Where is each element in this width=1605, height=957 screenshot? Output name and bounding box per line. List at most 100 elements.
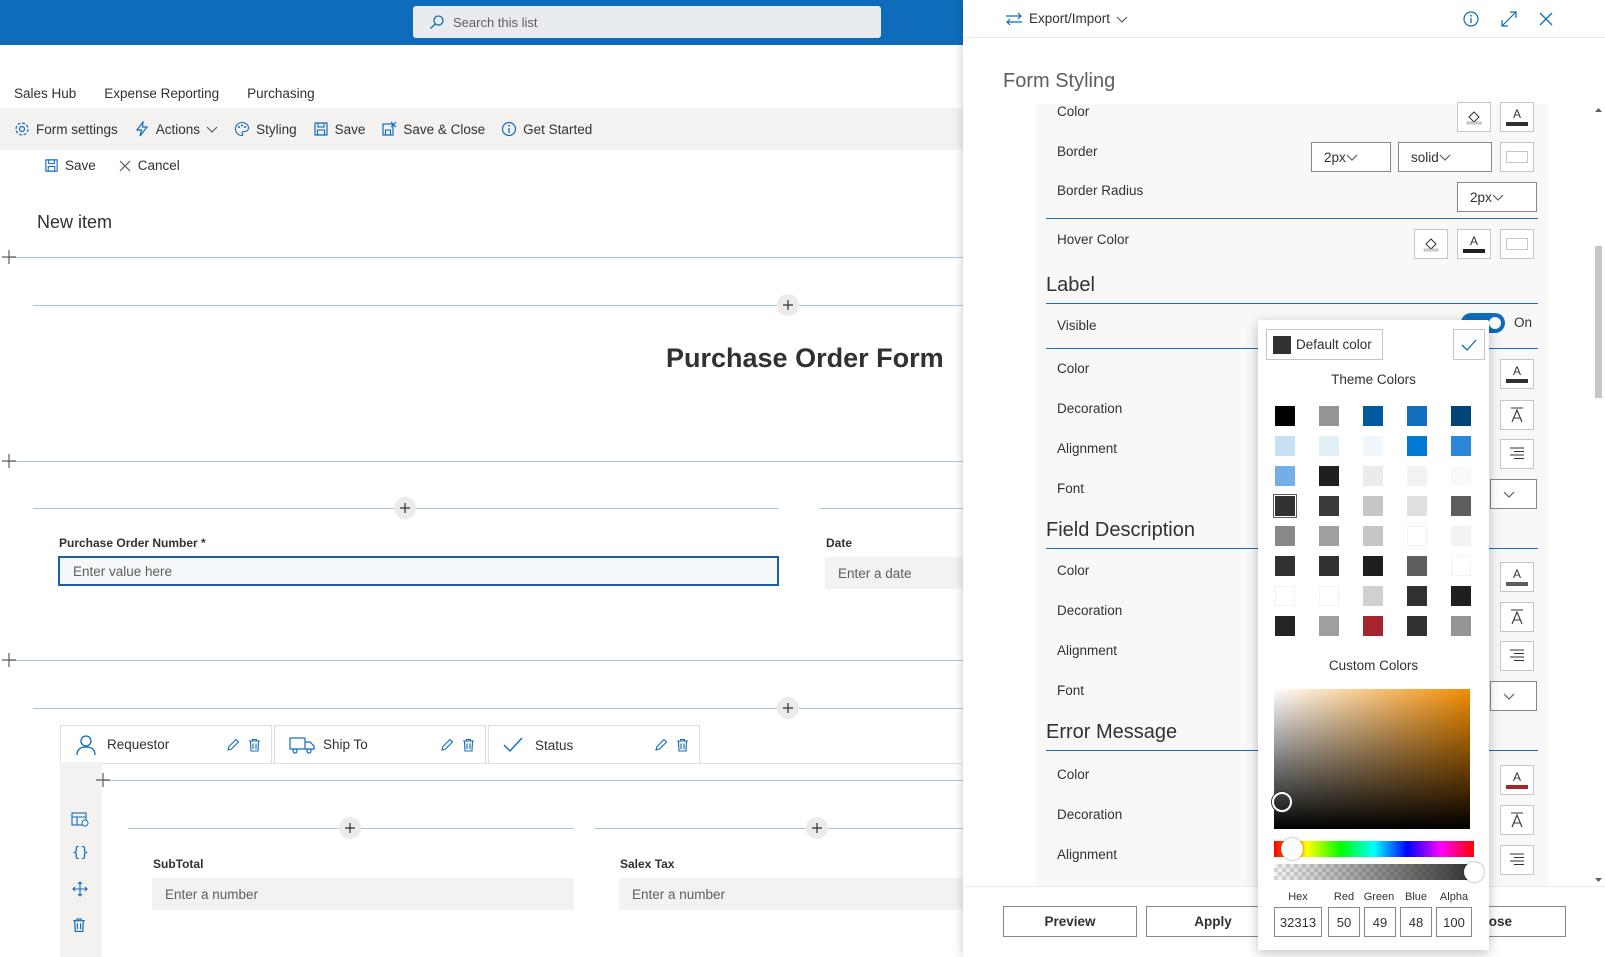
move-icon[interactable] [72, 881, 88, 897]
label-decoration-button[interactable] [1500, 400, 1534, 430]
theme-color-swatch[interactable] [1407, 616, 1427, 636]
add-field-icon[interactable] [339, 817, 361, 839]
delete-icon[interactable] [248, 738, 261, 752]
theme-color-swatch[interactable] [1319, 556, 1339, 576]
border-style-select[interactable]: solid [1398, 142, 1492, 172]
add-field-icon[interactable] [806, 817, 828, 839]
hue-handle[interactable] [1281, 838, 1303, 860]
hover-font-color-button[interactable]: A [1457, 229, 1491, 259]
add-field-icon[interactable] [777, 697, 799, 719]
form-settings-button[interactable]: Form settings [14, 121, 118, 137]
form-save-button[interactable]: Save [44, 158, 96, 173]
add-field-icon[interactable] [394, 497, 416, 519]
delete-icon[interactable] [462, 738, 475, 752]
theme-color-swatch[interactable] [1451, 556, 1471, 576]
tab-requestor[interactable]: Requestor [60, 725, 272, 763]
theme-color-swatch[interactable] [1363, 616, 1383, 636]
tab-status[interactable]: Status [488, 725, 700, 764]
default-color-button[interactable]: Default color [1266, 329, 1383, 360]
theme-color-swatch[interactable] [1407, 406, 1427, 426]
fd-decoration-button[interactable] [1500, 602, 1534, 632]
confirm-color-button[interactable] [1453, 329, 1485, 360]
theme-color-swatch[interactable] [1407, 586, 1427, 606]
theme-color-swatch[interactable] [1363, 466, 1383, 486]
theme-color-swatch[interactable] [1275, 586, 1295, 606]
theme-color-swatch[interactable] [1319, 406, 1339, 426]
form-cancel-button[interactable]: Cancel [118, 158, 180, 173]
em-font-color-button[interactable]: A [1500, 765, 1534, 795]
theme-color-swatch[interactable] [1273, 494, 1297, 518]
delete-icon[interactable] [676, 738, 689, 752]
theme-color-swatch[interactable] [1363, 436, 1383, 456]
salestax-input[interactable]: Enter a number [619, 878, 963, 910]
border-width-select[interactable]: 2px [1311, 142, 1391, 172]
theme-color-swatch[interactable] [1451, 406, 1471, 426]
tab-ship-to[interactable]: Ship To [274, 725, 486, 763]
export-import-button[interactable]: Export/Import [1005, 11, 1128, 26]
hue-slider[interactable] [1274, 841, 1474, 857]
edit-icon[interactable] [654, 738, 668, 752]
theme-color-swatch[interactable] [1451, 496, 1471, 516]
fd-font-color-button[interactable]: A [1500, 562, 1534, 592]
preview-button[interactable]: Preview [1003, 906, 1137, 937]
theme-color-swatch[interactable] [1363, 496, 1383, 516]
fd-alignment-button[interactable] [1500, 641, 1534, 671]
alpha-handle[interactable] [1464, 862, 1484, 882]
sv-handle[interactable] [1272, 792, 1292, 812]
nav-expense-reporting[interactable]: Expense Reporting [104, 86, 219, 101]
theme-color-swatch[interactable] [1407, 526, 1427, 546]
label-font-select[interactable] [1490, 479, 1537, 509]
hover-border-color-button[interactable] [1500, 229, 1534, 259]
hover-fill-button[interactable] [1414, 229, 1448, 259]
theme-color-swatch[interactable] [1451, 616, 1471, 636]
actions-button[interactable]: Actions [134, 121, 218, 137]
delete-icon[interactable] [72, 917, 86, 933]
code-braces-icon[interactable]: {} [72, 845, 89, 861]
theme-color-swatch[interactable] [1363, 526, 1383, 546]
theme-color-swatch[interactable] [1319, 436, 1339, 456]
theme-color-swatch[interactable] [1319, 586, 1339, 606]
date-input[interactable]: Enter a date [825, 557, 963, 589]
theme-color-swatch[interactable] [1319, 616, 1339, 636]
alpha-input[interactable]: 100 [1436, 907, 1472, 937]
green-input[interactable]: 49 [1364, 907, 1396, 937]
styling-button[interactable]: Styling [234, 121, 297, 137]
saturation-value-picker[interactable] [1274, 689, 1470, 829]
theme-color-swatch[interactable] [1451, 436, 1471, 456]
add-section-icon[interactable] [1, 652, 17, 668]
fill-color-button[interactable] [1457, 102, 1491, 132]
theme-color-swatch[interactable] [1275, 466, 1295, 486]
save-button[interactable]: Save [313, 121, 365, 137]
theme-color-swatch[interactable] [1407, 436, 1427, 456]
theme-color-swatch[interactable] [1363, 556, 1383, 576]
em-decoration-button[interactable] [1500, 805, 1534, 835]
theme-color-swatch[interactable] [1275, 406, 1295, 426]
info-icon[interactable] [1463, 10, 1479, 27]
get-started-button[interactable]: Get Started [501, 121, 592, 137]
theme-color-swatch[interactable] [1451, 526, 1471, 546]
blue-input[interactable]: 48 [1400, 907, 1432, 937]
nav-purchasing[interactable]: Purchasing [247, 86, 315, 101]
theme-color-swatch[interactable] [1451, 466, 1471, 486]
alpha-slider[interactable] [1274, 864, 1474, 880]
add-row-icon[interactable] [95, 772, 111, 788]
label-alignment-button[interactable] [1500, 439, 1534, 469]
border-color-button[interactable] [1500, 142, 1534, 172]
theme-color-swatch[interactable] [1363, 586, 1383, 606]
close-icon[interactable] [1539, 12, 1553, 26]
theme-color-swatch[interactable] [1275, 526, 1295, 546]
font-color-button[interactable]: A [1500, 102, 1534, 132]
save-close-button[interactable]: Save & Close [381, 121, 485, 137]
theme-color-swatch[interactable] [1407, 556, 1427, 576]
theme-color-swatch[interactable] [1275, 616, 1295, 636]
po-number-input[interactable]: Enter value here [58, 556, 779, 586]
border-radius-select[interactable]: 2px [1457, 182, 1537, 212]
theme-color-swatch[interactable] [1319, 526, 1339, 546]
theme-color-swatch[interactable] [1363, 406, 1383, 426]
theme-color-swatch[interactable] [1407, 496, 1427, 516]
add-section-icon[interactable] [1, 249, 17, 265]
theme-color-swatch[interactable] [1407, 466, 1427, 486]
add-section-icon[interactable] [1, 453, 17, 469]
em-alignment-button[interactable] [1500, 845, 1534, 875]
theme-color-swatch[interactable] [1451, 586, 1471, 606]
